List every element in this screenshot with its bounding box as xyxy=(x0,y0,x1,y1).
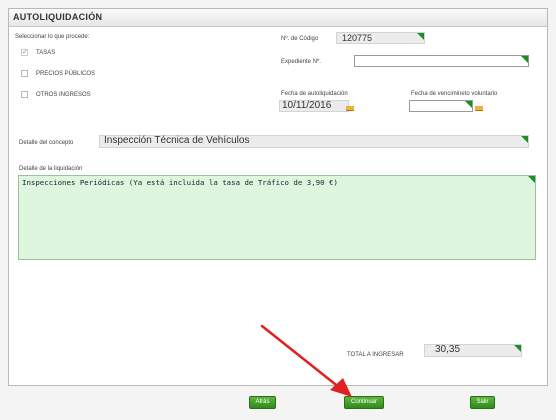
checkbox-precios-publicos[interactable] xyxy=(21,70,28,77)
option-label-otros-ingresos: OTROS INGRESOS xyxy=(36,92,91,98)
concepto-field[interactable]: Inspección Técnica de Vehículos xyxy=(99,135,529,148)
option-label-tasas: TASAS xyxy=(36,50,56,56)
total-field: 30,35 xyxy=(424,344,522,357)
expediente-input[interactable] xyxy=(354,55,529,67)
expediente-label: Expediente Nº. xyxy=(281,59,321,65)
panel-title: AUTOLIQUIDACIÓN xyxy=(13,12,103,22)
dropdown-corner-icon xyxy=(521,136,528,143)
total-label: TOTAL A INGRESAR xyxy=(347,352,404,358)
continue-button[interactable]: Continuar xyxy=(344,396,384,409)
fecha-auto-field: 10/11/2016 xyxy=(279,100,349,112)
exit-button[interactable]: Salir xyxy=(470,396,495,409)
autoliquidacion-panel: AUTOLIQUIDACIÓN Seleccionar lo que proce… xyxy=(8,8,548,386)
total-value: 30,35 xyxy=(435,344,461,355)
calendar-icon[interactable] xyxy=(346,106,354,111)
dropdown-corner-icon xyxy=(521,56,528,63)
fecha-auto-value: 10/11/2016 xyxy=(282,100,332,111)
concepto-value: Inspección Técnica de Vehículos xyxy=(104,135,250,146)
calendar-icon[interactable] xyxy=(475,106,483,111)
fecha-auto-label: Fecha de autoliquidación xyxy=(281,91,348,97)
panel-header: AUTOLIQUIDACIÓN xyxy=(9,9,547,27)
option-label-precios-publicos: PRECIOS PÚBLICOS xyxy=(36,71,96,77)
dropdown-corner-icon xyxy=(528,176,535,183)
checkbox-otros-ingresos[interactable] xyxy=(21,91,28,98)
concepto-label: Detalle del concepto xyxy=(19,140,74,146)
fecha-venc-input[interactable] xyxy=(409,100,473,112)
dropdown-corner-icon xyxy=(514,345,521,352)
select-label: Seleccionar lo que procede: xyxy=(15,34,90,40)
liquidacion-value: Inspecciones Periódicas (Ya está incluid… xyxy=(22,178,338,187)
codigo-field: 120775 xyxy=(336,32,425,44)
back-button[interactable]: Atrás xyxy=(249,396,276,409)
dropdown-corner-icon xyxy=(465,101,472,108)
codigo-label: Nº. de Código xyxy=(281,36,319,42)
liquidacion-textarea[interactable]: Inspecciones Periódicas (Ya está incluid… xyxy=(18,175,536,260)
checkbox-tasas[interactable]: ✓ xyxy=(21,49,28,56)
dropdown-corner-icon xyxy=(417,33,424,40)
codigo-value: 120775 xyxy=(342,33,373,43)
liquidacion-label: Detalle de la liquidación xyxy=(19,166,83,172)
fecha-venc-label: Fecha de vencimineto voluntario xyxy=(411,91,498,97)
